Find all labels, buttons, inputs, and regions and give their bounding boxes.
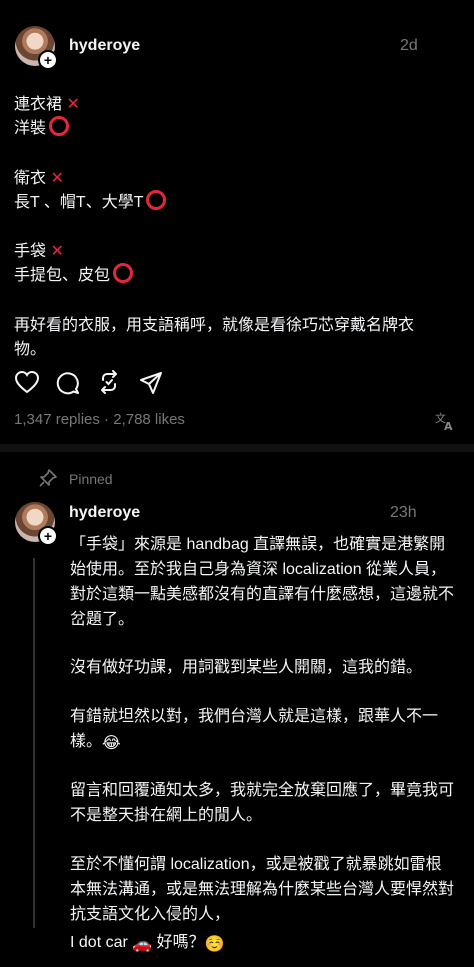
pinned-label: Pinned [69, 471, 113, 487]
reply-paragraph-4: 留言和回覆通知太多，我就完全放棄回應了，畢竟我可 不是整天掛在網上的閒人。 [70, 782, 455, 824]
follow-plus-icon[interactable]: + [38, 50, 58, 70]
reply-paragraph-1: 「手袋」來源是 handbag 直譯無誤，也確實是港繁開 始使用。至於我自己身為… [70, 536, 455, 628]
avatar[interactable]: + [15, 26, 58, 70]
repost-icon[interactable] [97, 370, 121, 394]
reply-avatar[interactable]: + [15, 502, 58, 546]
reply-paragraph-5: 至於不懂何謂 localization，或是被戳了就暴跳如雷根 本無法溝通，或是… [70, 856, 455, 923]
reply-time: 23h [390, 504, 417, 521]
reply-paragraph-3: 有錯就坦然以對，我們台灣人就是這樣，跟華人不一 樣。😂 [70, 704, 470, 756]
post-line: 物。 [14, 341, 47, 358]
post-line: 長T 、帽T、大學T [14, 188, 167, 212]
pin-icon [39, 469, 57, 487]
post-username[interactable]: hyderoye [69, 37, 140, 55]
cross-mark-icon: ✕ [66, 96, 80, 113]
laughing-tears-icon: 😂 [102, 735, 121, 752]
reply-paragraph-2: 沒有做好功課，用詞戳到某些人開關，這我的錯。 [70, 659, 423, 676]
post-line: 衛衣 ✕ [14, 170, 64, 187]
reply-username[interactable]: hyderoye [69, 504, 140, 522]
cross-mark-icon: ✕ [50, 170, 64, 187]
reply-paragraph-6: I dot car 🚗 好嗎？☺️ [70, 930, 470, 957]
heart-icon[interactable] [14, 370, 40, 394]
post-line: 再好看的衣服，用支語稱呼，就像是看徐巧芯穿戴名牌衣 [14, 317, 415, 334]
follow-plus-icon[interactable]: + [38, 526, 58, 546]
comment-icon[interactable] [56, 371, 80, 395]
thread-line [33, 558, 35, 928]
svg-text:A: A [444, 420, 453, 432]
circle-mark-icon [49, 116, 70, 136]
post-line: 洋裝 [14, 114, 70, 138]
post-time: 2d [400, 37, 418, 54]
replies-likes-count[interactable]: 1,347 replies · 2,788 likes [14, 411, 185, 428]
share-icon[interactable] [139, 371, 163, 395]
cross-mark-icon: ✕ [50, 243, 64, 260]
post-line: 手提包、皮包 [14, 261, 134, 285]
translate-icon[interactable]: 文 A [434, 410, 456, 432]
smiling-face-icon: ☺️ [204, 936, 225, 953]
post-line: 手袋 ✕ [14, 243, 64, 260]
circle-mark-icon [113, 263, 134, 283]
circle-mark-icon [146, 190, 167, 210]
car-icon: 🚗 [132, 936, 153, 953]
top-strip [0, 0, 474, 7]
main-post: + hyderoye 2d 連衣裙 ✕ 洋裝 衛衣 ✕ 長T 、帽T、大學T 手… [0, 7, 474, 444]
post-line: 連衣裙 ✕ [14, 96, 80, 113]
